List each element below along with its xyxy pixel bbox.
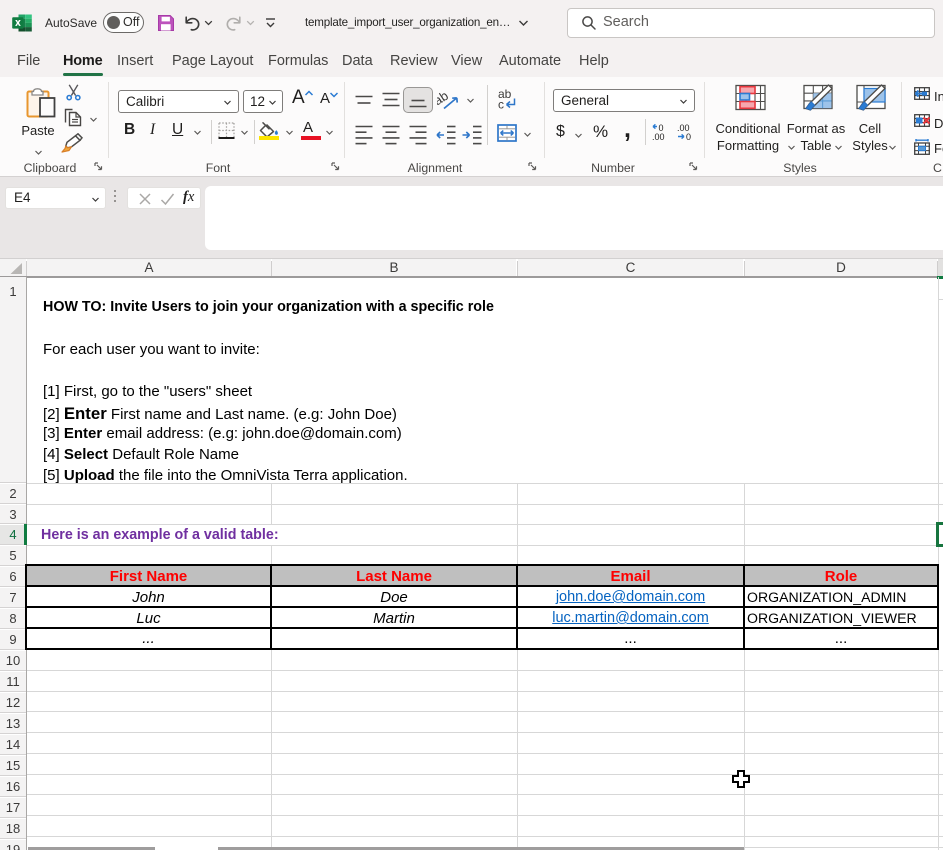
svg-text:0: 0 [686, 132, 691, 141]
svg-text:c: c [498, 98, 504, 110]
svg-text:.00: .00 [652, 132, 665, 141]
